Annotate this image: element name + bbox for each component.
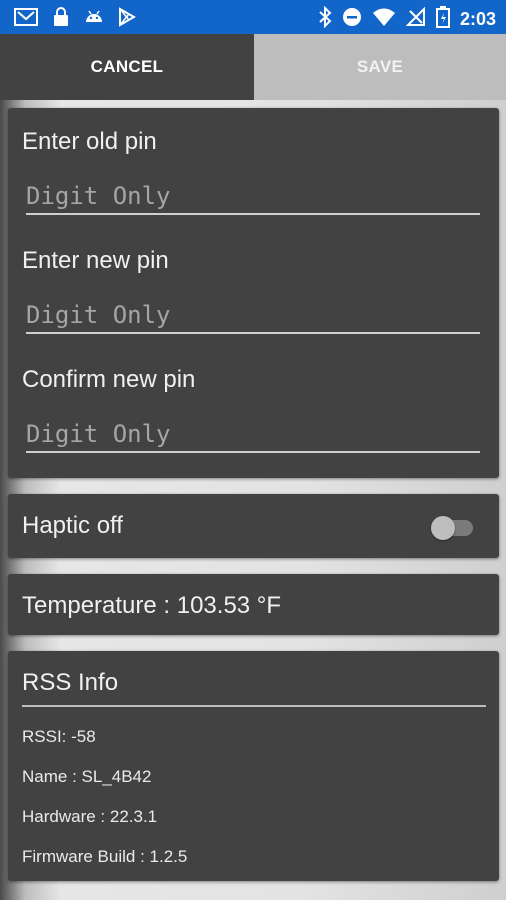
rss-info-card: RSS Info RSSI: -58 Name : SL_4B42 Hardwa… bbox=[8, 651, 499, 881]
play-store-icon bbox=[118, 7, 137, 32]
firmware-value: Firmware Build : 1.2.5 bbox=[22, 847, 188, 866]
action-toolbar: CANCEL SAVE bbox=[0, 34, 506, 100]
haptic-card: Haptic off bbox=[8, 494, 499, 558]
do-not-disturb-icon bbox=[342, 7, 362, 32]
haptic-toggle-thumb bbox=[431, 516, 455, 540]
temperature-text: Temperature : 103.53 °F bbox=[22, 592, 282, 619]
status-icons-left bbox=[14, 7, 137, 32]
lock-icon bbox=[52, 7, 70, 32]
old-pin-label: Enter old pin bbox=[22, 128, 157, 155]
haptic-label: Haptic off bbox=[22, 512, 123, 539]
status-bar: 2:03 bbox=[0, 0, 506, 34]
old-pin-input[interactable] bbox=[26, 179, 480, 215]
hardware-value: Hardware : 22.3.1 bbox=[22, 807, 158, 826]
confirm-pin-label: Confirm new pin bbox=[22, 366, 196, 393]
rss-info-divider bbox=[22, 705, 486, 707]
status-icons-right: 2:03 bbox=[318, 5, 496, 33]
mail-icon bbox=[14, 7, 38, 32]
rssi-value: RSSI: -58 bbox=[22, 727, 96, 746]
status-time: 2:03 bbox=[459, 9, 496, 29]
temperature-card: Temperature : 103.53 °F bbox=[8, 574, 499, 635]
android-icon bbox=[84, 8, 104, 31]
pin-change-card: Enter old pin Enter new pin Confirm new … bbox=[8, 108, 499, 478]
confirm-pin-input[interactable] bbox=[26, 417, 480, 453]
new-pin-input[interactable] bbox=[26, 298, 480, 334]
device-name-value: Name : SL_4B42 bbox=[22, 767, 152, 786]
cancel-button[interactable]: CANCEL bbox=[0, 34, 254, 100]
rss-info-title: RSS Info bbox=[22, 669, 119, 696]
bluetooth-icon bbox=[318, 5, 332, 33]
battery-icon bbox=[435, 6, 450, 33]
haptic-toggle[interactable] bbox=[431, 516, 473, 540]
wifi-icon bbox=[372, 7, 396, 32]
signal-icon bbox=[405, 6, 426, 32]
new-pin-label: Enter new pin bbox=[22, 247, 169, 274]
save-button[interactable]: SAVE bbox=[254, 34, 506, 100]
